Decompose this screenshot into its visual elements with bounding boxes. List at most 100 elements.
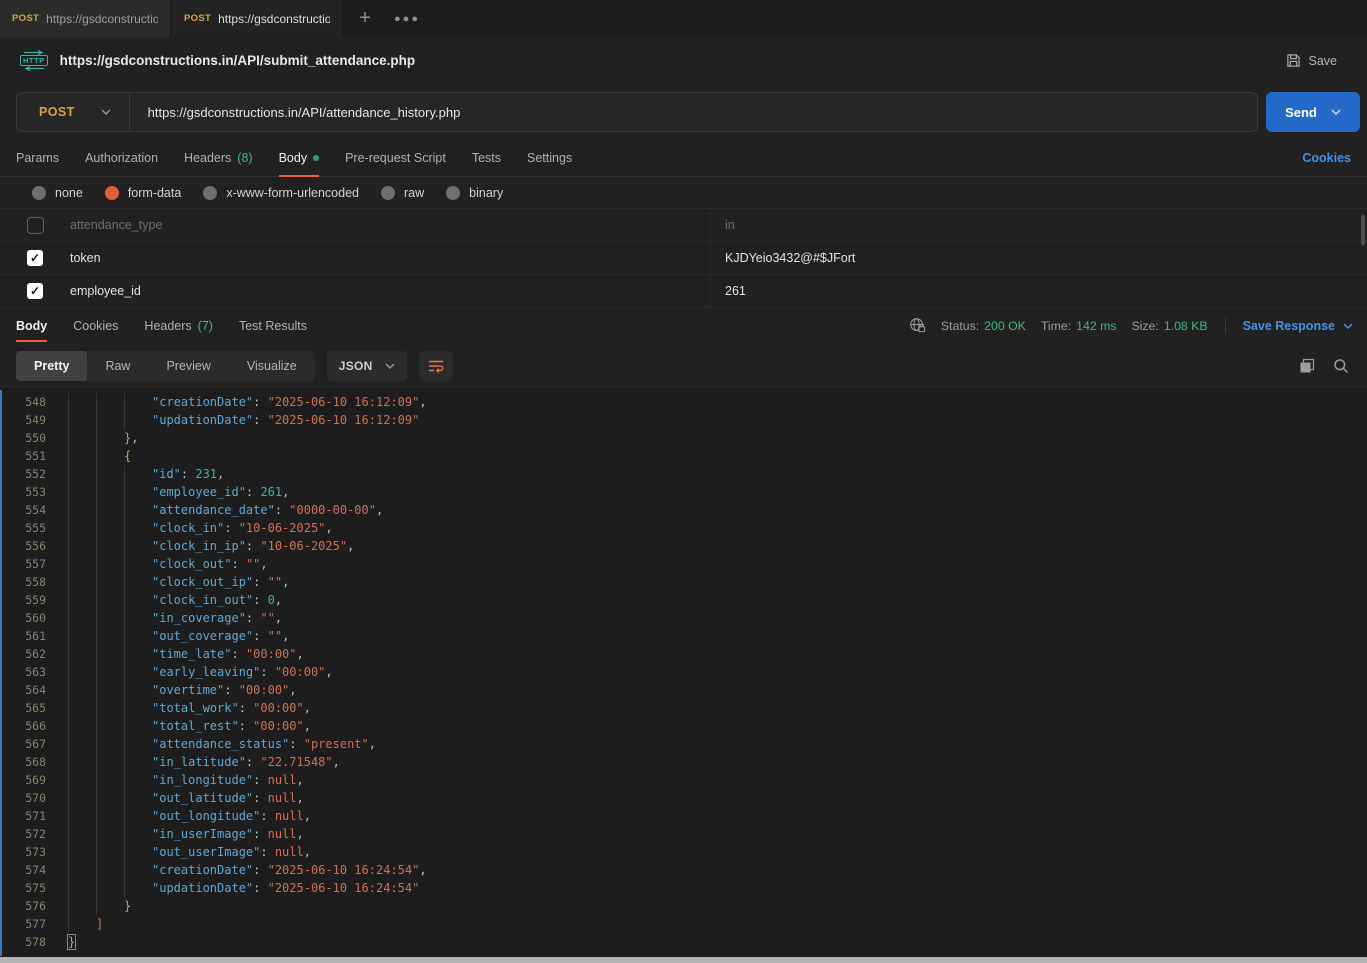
horizontal-scrollbar[interactable]	[0, 956, 1367, 963]
code-line[interactable]: 576}	[0, 897, 1367, 915]
code-line[interactable]: 559"clock_in_out": 0,	[0, 591, 1367, 609]
response-body-editor[interactable]: 548"creationDate": "2025-06-10 16:12:09"…	[0, 389, 1367, 956]
code-line[interactable]: 572"in_userImage": null,	[0, 825, 1367, 843]
line-number: 553	[0, 483, 46, 501]
time-badge[interactable]: Time: 142 ms	[1041, 319, 1117, 333]
view-tab-visualize[interactable]: Visualize	[229, 351, 315, 381]
code-line[interactable]: 570"out_latitude": null,	[0, 789, 1367, 807]
code-line[interactable]: 571"out_longitude": null,	[0, 807, 1367, 825]
code-line[interactable]: 573"out_userImage": null,	[0, 843, 1367, 861]
code-line[interactable]: 574"creationDate": "2025-06-10 16:24:54"…	[0, 861, 1367, 879]
line-number: 548	[0, 393, 46, 411]
url-input[interactable]: POST https://gsdconstructions.in/API/att…	[16, 92, 1258, 132]
horizontal-scrollbar-thumb[interactable]	[0, 957, 1367, 963]
request-url[interactable]: https://gsdconstructions.in/API/attendan…	[130, 105, 461, 120]
code-line[interactable]: 554"attendance_date": "0000-00-00",	[0, 501, 1367, 519]
code-line[interactable]: 578}	[0, 933, 1367, 951]
body-mode-binary[interactable]: binary	[446, 186, 503, 200]
table-scrollbar[interactable]	[1361, 215, 1365, 245]
cookies-link[interactable]: Cookies	[1302, 151, 1351, 165]
code-line[interactable]: 553"employee_id": 261,	[0, 483, 1367, 501]
code-line[interactable]: 556"clock_in_ip": "10-06-2025",	[0, 537, 1367, 555]
editor-focus-border	[0, 390, 2, 956]
response-tab-test-results[interactable]: Test Results	[239, 309, 307, 342]
copy-button[interactable]	[1299, 358, 1315, 374]
tab-options-icon[interactable]: ●●●	[386, 0, 428, 37]
status-badge[interactable]: Status: 200 OK	[941, 319, 1026, 333]
wrap-lines-button[interactable]	[419, 351, 453, 381]
row-checkbox[interactable]	[27, 217, 44, 234]
code-line[interactable]: 558"clock_out_ip": "",	[0, 573, 1367, 591]
code-line[interactable]: 569"in_longitude": null,	[0, 771, 1367, 789]
code-line[interactable]: 568"in_latitude": "22.71548",	[0, 753, 1367, 771]
code-line[interactable]: 577]	[0, 915, 1367, 933]
response-tab-cookies[interactable]: Cookies	[73, 309, 118, 342]
indent-guide	[96, 735, 124, 753]
code-line[interactable]: 575"updationDate": "2025-06-10 16:24:54"	[0, 879, 1367, 897]
code-line[interactable]: 548"creationDate": "2025-06-10 16:12:09"…	[0, 393, 1367, 411]
code-line[interactable]: 567"attendance_status": "present",	[0, 735, 1367, 753]
code-line[interactable]: 561"out_coverage": "",	[0, 627, 1367, 645]
response-tab-body[interactable]: Body	[16, 309, 47, 342]
body-mode-raw[interactable]: raw	[381, 186, 424, 200]
new-tab-button[interactable]: +	[344, 0, 386, 37]
indent-guide	[124, 825, 152, 843]
code-line[interactable]: 565"total_work": "00:00",	[0, 699, 1367, 717]
save-response-button[interactable]: Save Response	[1243, 319, 1353, 333]
code-line[interactable]: 552"id": 231,	[0, 465, 1367, 483]
code-line[interactable]: 566"total_rest": "00:00",	[0, 717, 1367, 735]
indent-guide	[124, 483, 152, 501]
tab-pre-request-script[interactable]: Pre-request Script	[345, 140, 446, 177]
value-cell[interactable]: KJDYeio3432@#$JFort	[710, 242, 1367, 274]
chevron-down-icon	[385, 363, 395, 369]
format-dropdown[interactable]: JSON	[327, 351, 407, 381]
indent-guide	[68, 843, 96, 861]
line-number: 557	[0, 555, 46, 573]
search-button[interactable]	[1333, 358, 1349, 374]
fold-gutter	[46, 699, 68, 717]
indent-guide	[96, 825, 124, 843]
key-cell[interactable]: token	[70, 242, 710, 274]
code-line[interactable]: 555"clock_in": "10-06-2025",	[0, 519, 1367, 537]
fold-gutter	[46, 897, 68, 915]
tab-settings[interactable]: Settings	[527, 140, 572, 177]
code-line[interactable]: 551{	[0, 447, 1367, 465]
body-mode-x-www-form-urlencoded[interactable]: x-www-form-urlencoded	[203, 186, 359, 200]
tab-params[interactable]: Params	[16, 140, 59, 177]
indent-guide	[124, 465, 152, 483]
tab-authorization[interactable]: Authorization	[85, 140, 158, 177]
key-cell[interactable]: attendance_type	[70, 209, 710, 241]
fold-gutter	[46, 861, 68, 879]
window-tab[interactable]: POSThttps://gsdconstructions	[172, 0, 342, 37]
row-checkbox[interactable]: ✓	[27, 250, 43, 266]
indent-guide	[96, 645, 124, 663]
window-tab[interactable]: POSThttps://gsdconstructions	[0, 0, 170, 37]
code-line[interactable]: 563"early_leaving": "00:00",	[0, 663, 1367, 681]
tab-tests[interactable]: Tests	[472, 140, 501, 177]
view-tab-preview[interactable]: Preview	[148, 351, 228, 381]
value-cell[interactable]: 261	[710, 275, 1367, 307]
row-checkbox[interactable]: ✓	[27, 283, 43, 299]
save-button[interactable]: Save	[1276, 47, 1348, 74]
code-line[interactable]: 562"time_late": "00:00",	[0, 645, 1367, 663]
view-tab-raw[interactable]: Raw	[87, 351, 148, 381]
body-mode-none[interactable]: none	[32, 186, 83, 200]
view-tab-pretty[interactable]: Pretty	[16, 351, 87, 381]
tab-headers[interactable]: Headers(8)	[184, 140, 253, 177]
size-badge[interactable]: Size: 1.08 KB	[1131, 319, 1207, 333]
code-line[interactable]: 549"updationDate": "2025-06-10 16:12:09"	[0, 411, 1367, 429]
fold-gutter	[46, 501, 68, 519]
indent-guide	[96, 465, 124, 483]
code-line[interactable]: 557"clock_out": "",	[0, 555, 1367, 573]
code-line[interactable]: 560"in_coverage": "",	[0, 609, 1367, 627]
chevron-down-icon	[101, 109, 111, 115]
key-cell[interactable]: employee_id	[70, 275, 710, 307]
method-dropdown[interactable]: POST	[17, 93, 130, 131]
tab-body[interactable]: Body	[279, 140, 320, 177]
code-line[interactable]: 550},	[0, 429, 1367, 447]
send-button[interactable]: Send	[1266, 92, 1360, 132]
response-tab-headers[interactable]: Headers(7)	[144, 309, 213, 342]
body-mode-form-data[interactable]: form-data	[105, 186, 182, 200]
code-line[interactable]: 564"overtime": "00:00",	[0, 681, 1367, 699]
value-cell[interactable]: in	[710, 209, 1367, 241]
